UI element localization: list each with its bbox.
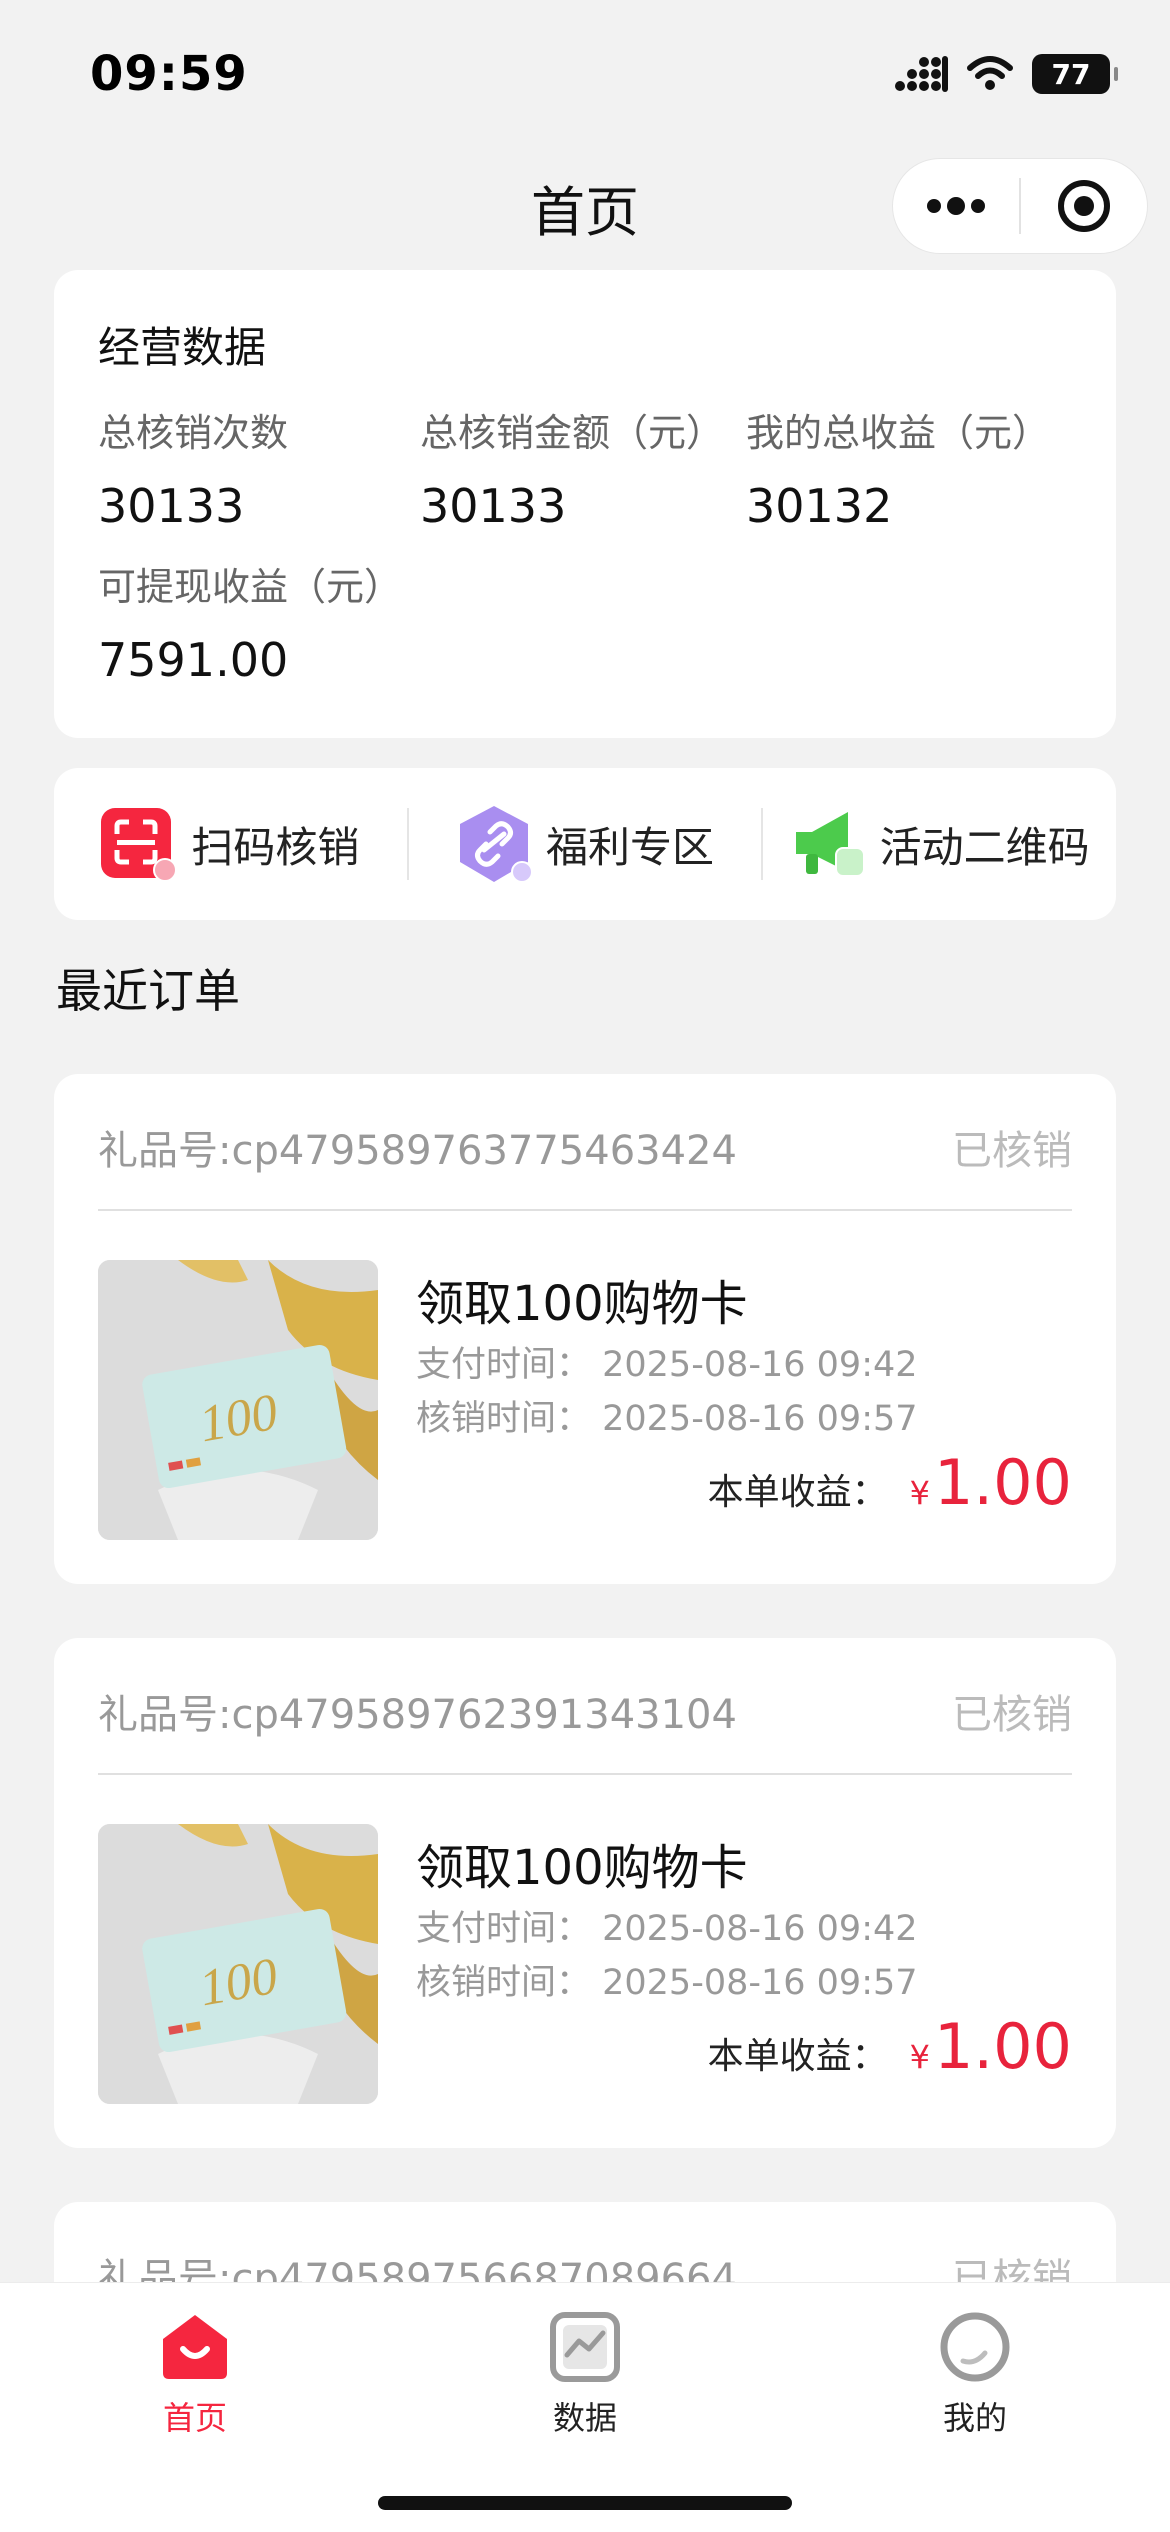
more-button[interactable] <box>893 159 1019 253</box>
tab-data[interactable]: 数据 <box>485 2311 685 2439</box>
order-status: 已核销 <box>952 1128 1072 1174</box>
tab-label: 我的 <box>942 2399 1007 2437</box>
more-icon <box>927 197 985 215</box>
battery-icon: 77 <box>1032 54 1118 94</box>
wifi-icon <box>967 56 1013 90</box>
stat-value: 30133 <box>98 479 245 533</box>
order-card[interactable]: 礼品号:cp4795897637754634​24 已核销 100 领取100购… <box>54 1074 1116 1584</box>
business-data-title: 经营数据 <box>98 323 267 372</box>
activity-qrcode-button[interactable]: 活动二维码 <box>763 768 1116 920</box>
order-divider <box>98 1773 1072 1775</box>
stat-value: 30132 <box>746 479 893 533</box>
signal-icon <box>895 56 948 92</box>
scan-verify-button[interactable]: 扫码核销 <box>54 768 407 920</box>
order-income: 本单收益： ¥ 1.00 <box>708 1446 1072 1519</box>
product-name: 领取100购物卡 <box>416 1276 748 1332</box>
action-label: 福利专区 <box>546 822 715 872</box>
stat-label: 总核销金额（元） <box>420 411 725 455</box>
currency-symbol: ¥ <box>909 2038 930 2076</box>
income-label: 本单收益： <box>707 2036 888 2077</box>
currency-symbol: ¥ <box>909 1474 930 1512</box>
stat-total-amount: 总核销金额（元） 30133 <box>420 402 724 533</box>
gift-card-image: 100 <box>98 1824 378 2104</box>
action-label: 扫码核销 <box>191 822 360 872</box>
verify-time: 核销时间： 2025-08-16 09:57 <box>416 1963 918 2003</box>
order-divider <box>98 1209 1072 1211</box>
stat-label: 可提现收益（元） <box>98 565 403 609</box>
income-label: 本单收益： <box>707 1472 888 1513</box>
welfare-zone-button[interactable]: 福利专区 <box>409 768 762 920</box>
order-card[interactable]: 礼品号:cp479589762391343104 已核销 100 领取100购物… <box>54 1638 1116 2148</box>
income-value: 1.00 <box>933 1446 1072 1519</box>
chart-icon <box>550 2312 620 2382</box>
status-icons: 77 <box>894 50 1118 98</box>
stat-my-income: 我的总收益（元） 30132 <box>746 402 1050 533</box>
close-button[interactable] <box>1021 159 1147 253</box>
quick-actions: 扫码核销 福利专区 活动二维码 <box>54 768 1116 920</box>
stat-value: 30133 <box>420 479 567 533</box>
order-number: 礼品号:cp479589762391343104 <box>98 1692 737 1738</box>
business-data-card: 经营数据 总核销次数 30133 总核销金额（元） 30133 我的总收益（元）… <box>54 270 1116 738</box>
action-label: 活动二维码 <box>879 822 1090 872</box>
pay-time: 支付时间： 2025-08-16 09:42 <box>416 1345 918 1385</box>
stat-withdrawable: 可提现收益（元） 7591.00 <box>98 556 402 687</box>
order-status: 已核销 <box>952 1692 1072 1738</box>
tab-mine[interactable]: 我的 <box>875 2311 1075 2439</box>
income-value: 1.00 <box>933 2010 1072 2083</box>
status-time: 09:59 <box>90 46 248 102</box>
tab-label: 数据 <box>552 2399 617 2437</box>
link-icon <box>456 806 533 883</box>
stat-total-count: 总核销次数 30133 <box>98 402 288 533</box>
profile-icon <box>940 2312 1010 2382</box>
tab-label: 首页 <box>162 2399 227 2437</box>
home-icon <box>163 2315 227 2379</box>
recent-orders-title: 最近订单 <box>56 964 240 1018</box>
stat-value: 7591.00 <box>98 633 289 687</box>
verify-time: 核销时间： 2025-08-16 09:57 <box>416 1399 918 1439</box>
pay-time: 支付时间： 2025-08-16 09:42 <box>416 1909 918 1949</box>
megaphone-icon <box>790 806 866 882</box>
scan-icon <box>101 806 178 882</box>
product-name: 领取100购物卡 <box>416 1840 748 1896</box>
mini-program-capsule <box>892 158 1148 254</box>
home-indicator[interactable] <box>378 2496 792 2510</box>
order-income: 本单收益： ¥ 1.00 <box>708 2010 1072 2083</box>
stat-label: 我的总收益（元） <box>746 411 1051 455</box>
tab-home[interactable]: 首页 <box>95 2311 295 2439</box>
gift-card-image: 100 <box>98 1260 378 1540</box>
tab-bar: 首页 数据 我的 <box>0 2282 1170 2532</box>
order-number: 礼品号:cp4795897637754634​24 <box>98 1128 737 1174</box>
target-icon <box>1058 180 1110 232</box>
home-page: 09:59 77 首页 经营数据 总核销次数 30133 总核销金额（元） 30… <box>0 0 1170 2532</box>
stat-label: 总核销次数 <box>98 411 289 455</box>
